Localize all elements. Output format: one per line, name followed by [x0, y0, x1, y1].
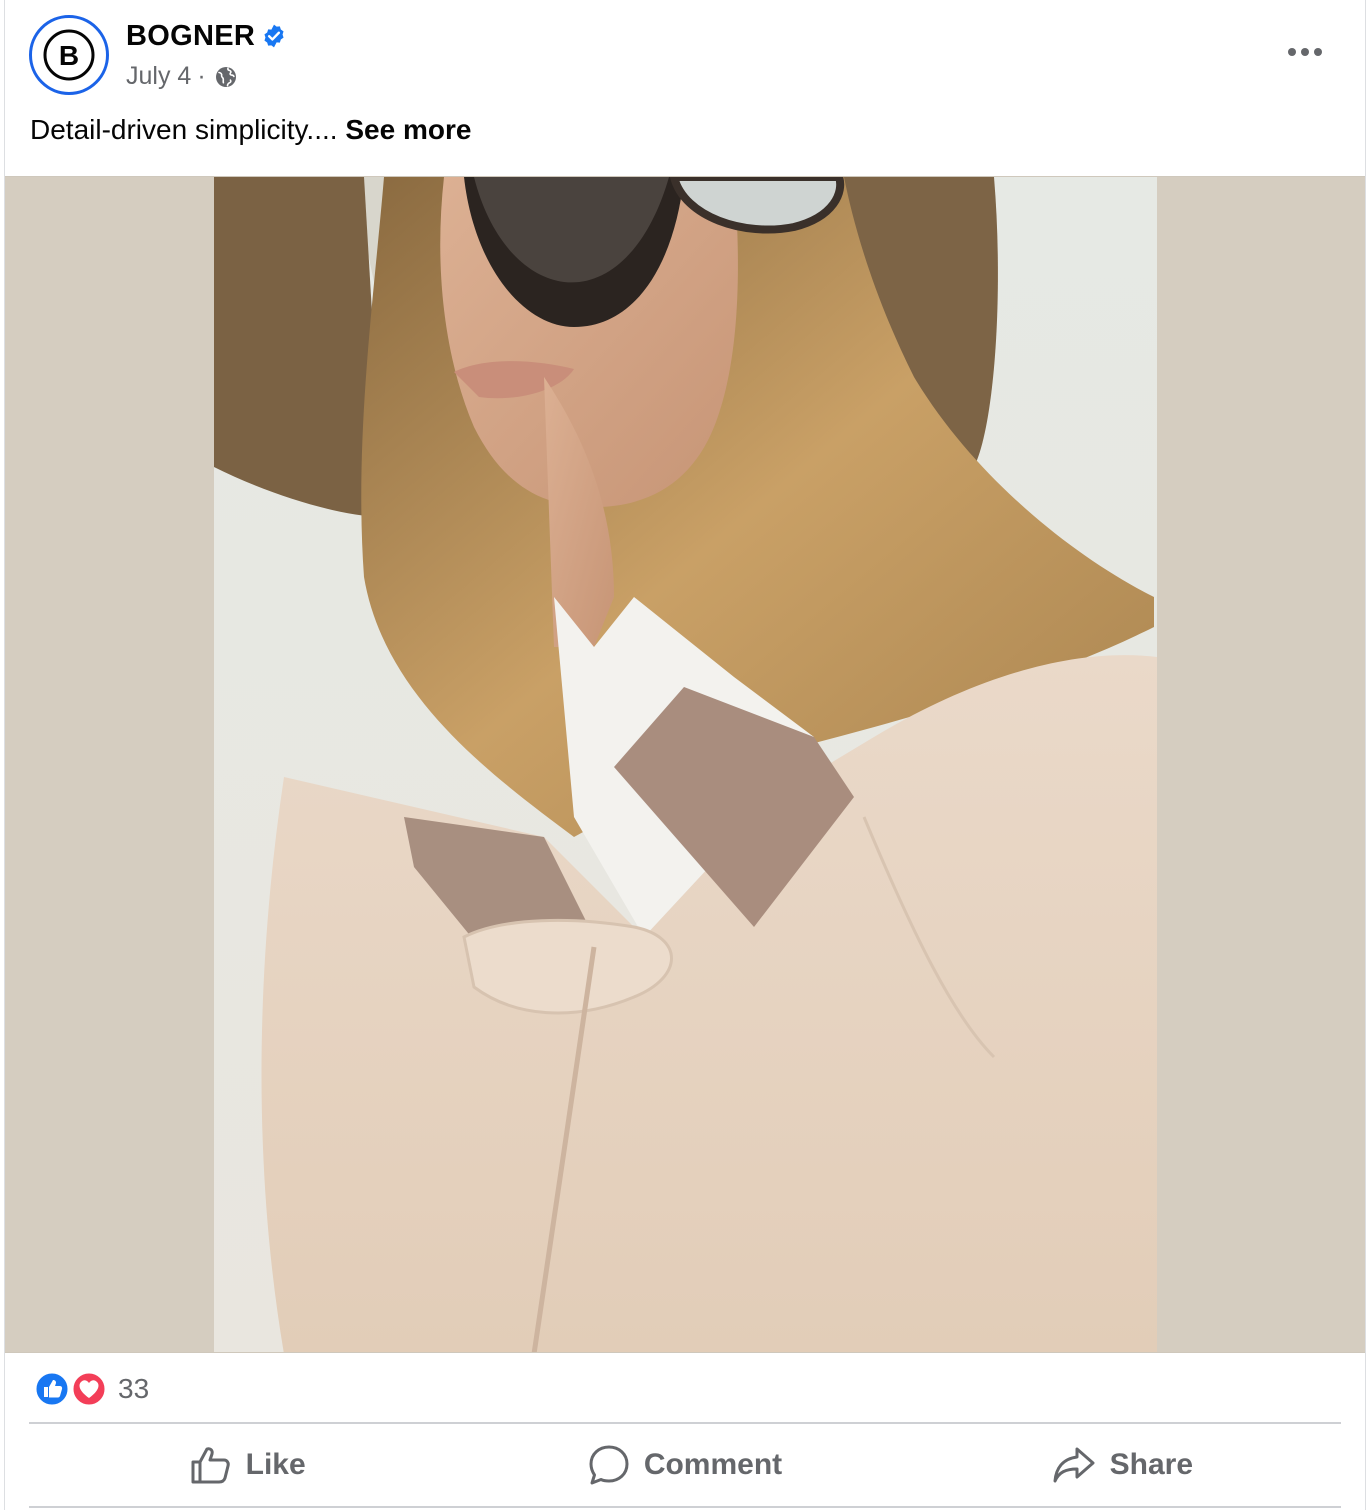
like-button[interactable]: Like: [29, 1424, 466, 1506]
verified-badge-icon: [264, 24, 284, 48]
post-date-link[interactable]: July 4: [126, 62, 191, 91]
see-more-link[interactable]: See more: [345, 114, 471, 145]
meta-separator: ·: [197, 62, 206, 90]
thumbs-up-icon: [191, 1447, 230, 1484]
post-photo: [214, 177, 1157, 1352]
svg-text:B: B: [59, 40, 79, 71]
love-reaction-icon: [70, 1370, 108, 1408]
more-options-button[interactable]: [1285, 36, 1325, 68]
post-actions: Like Comment Share: [29, 1424, 1341, 1508]
page-avatar[interactable]: B: [29, 15, 109, 95]
reaction-summary[interactable]: 33: [5, 1353, 1365, 1423]
bogner-logo-icon: B: [43, 29, 95, 81]
post-caption: Detail-driven simplicity.... See more: [30, 114, 471, 146]
comment-button[interactable]: Comment: [466, 1424, 903, 1506]
post-media[interactable]: [5, 176, 1365, 1353]
comment-icon: [589, 1445, 629, 1485]
comment-label: Comment: [643, 1448, 783, 1481]
globe-icon: [215, 66, 236, 87]
caption-text: Detail-driven simplicity....: [30, 114, 338, 145]
page-name-link[interactable]: BOGNER: [126, 20, 255, 53]
reaction-count[interactable]: 33: [118, 1373, 149, 1405]
reaction-icons: [33, 1370, 108, 1408]
like-reaction-icon: [33, 1370, 71, 1408]
like-label: Like: [245, 1448, 306, 1481]
post-header: B BOGNER July 4 · Detail-driven simplici…: [5, 0, 1365, 176]
feed-post: B BOGNER July 4 · Detail-driven simplici…: [4, 0, 1366, 1510]
post-meta: July 4 ·: [126, 62, 238, 91]
share-icon: [1053, 1447, 1095, 1483]
share-label: Share: [1109, 1448, 1194, 1481]
more-options-icon: [1288, 48, 1322, 56]
share-button[interactable]: Share: [904, 1424, 1341, 1506]
